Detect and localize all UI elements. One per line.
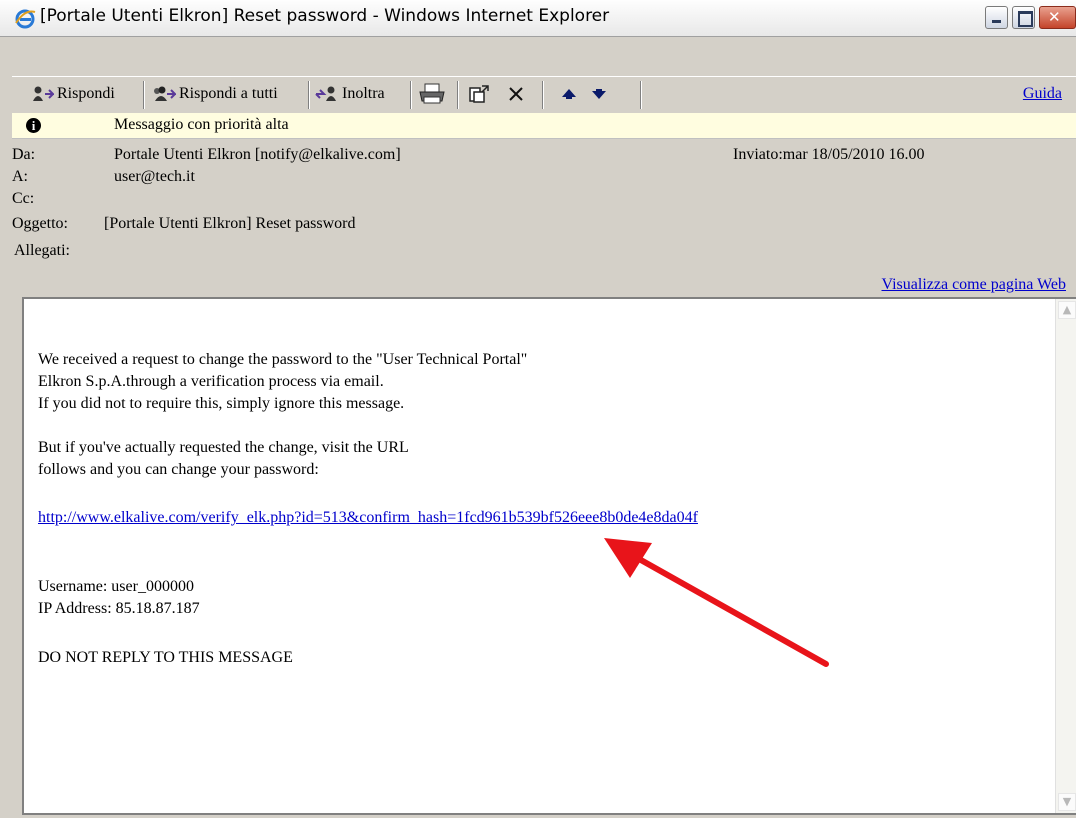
body-line: Elkron S.p.A.through a verification proc…: [38, 373, 384, 390]
sent-value: mar 18/05/2010 16.00: [782, 146, 925, 163]
subject-value: [Portale Utenti Elkron] Reset password: [104, 215, 356, 232]
next-message-button[interactable]: [590, 83, 611, 105]
up-arrow-icon: [562, 89, 576, 99]
toolbar-separator: [143, 81, 145, 109]
reply-all-label: Rispondi a tutti: [179, 85, 278, 102]
print-button[interactable]: [418, 83, 449, 105]
internet-explorer-icon: [15, 9, 36, 29]
window-title: [Portale Utenti Elkron] Reset password -…: [40, 6, 610, 26]
delete-icon: [509, 87, 523, 101]
username-line: Username: user_000000: [38, 578, 194, 595]
priority-banner: i Messaggio con priorità alta: [12, 113, 1076, 139]
title-bar: [Portale Utenti Elkron] Reset password -…: [0, 0, 1076, 37]
priority-text: Messaggio con priorità alta: [114, 116, 289, 133]
sent-date: Inviato:mar 18/05/2010 16.00: [733, 146, 925, 164]
toolbar-separator: [457, 81, 459, 109]
attachments-label: Allegati:: [14, 242, 70, 259]
print-icon: [419, 83, 445, 104]
scroll-down-icon[interactable]: ▼: [1058, 793, 1076, 811]
from-label: Da:: [12, 146, 36, 163]
forward-button[interactable]: Inoltra: [315, 83, 385, 105]
scroll-up-icon[interactable]: ▲: [1058, 301, 1076, 319]
from-value: Portale Utenti Elkron [notify@elkalive.c…: [114, 146, 401, 163]
forward-label: Inoltra: [342, 85, 385, 102]
move-to-folder-icon: [469, 85, 489, 103]
move-to-folder-button[interactable]: [468, 83, 493, 105]
reply-label: Rispondi: [57, 85, 115, 102]
info-icon: i: [26, 118, 41, 133]
to-label: A:: [12, 168, 28, 185]
toolbar-separator: [640, 81, 642, 109]
reply-all-icon: [154, 86, 176, 101]
body-line: But if you've actually requested the cha…: [38, 439, 409, 456]
ie-window: [Portale Utenti Elkron] Reset password -…: [0, 0, 1076, 818]
message-body[interactable]: We received a request to change the pass…: [22, 297, 1076, 815]
ip-address-line: IP Address: 85.18.87.187: [38, 600, 200, 617]
message-toolbar: Rispondi Rispondi a tutti Inoltra Guida: [12, 76, 1076, 114]
toolbar-separator: [410, 81, 412, 109]
maximize-button[interactable]: [1012, 6, 1035, 29]
minimize-button[interactable]: [985, 6, 1008, 29]
body-line: follows and you can change your password…: [38, 461, 319, 478]
reset-password-link[interactable]: http://www.elkalive.com/verify_elk.php?i…: [38, 509, 698, 527]
body-line: If you did not to require this, simply i…: [38, 395, 405, 412]
previous-message-button[interactable]: [560, 83, 581, 105]
down-arrow-icon: [592, 89, 606, 99]
body-line: We received a request to change the pass…: [38, 351, 528, 368]
reply-icon: [33, 86, 54, 101]
to-value: user@tech.it: [114, 168, 195, 185]
toolbar-separator: [308, 81, 310, 109]
subject-label: Oggetto:: [12, 215, 68, 232]
cc-label: Cc:: [12, 190, 35, 207]
reply-all-button[interactable]: Rispondi a tutti: [152, 83, 278, 105]
sent-label: Inviato:: [733, 146, 783, 163]
help-link[interactable]: Guida: [1023, 85, 1062, 103]
reply-button[interactable]: Rispondi: [32, 83, 115, 105]
forward-icon: [315, 86, 336, 101]
view-as-web-page-link[interactable]: Visualizza come pagina Web: [882, 276, 1067, 294]
footer-line: DO NOT REPLY TO THIS MESSAGE: [38, 649, 293, 666]
close-window-button[interactable]: [1039, 6, 1076, 29]
vertical-scrollbar[interactable]: ▲ ▼: [1055, 299, 1076, 813]
delete-button[interactable]: [506, 83, 529, 105]
toolbar-separator: [542, 81, 544, 109]
